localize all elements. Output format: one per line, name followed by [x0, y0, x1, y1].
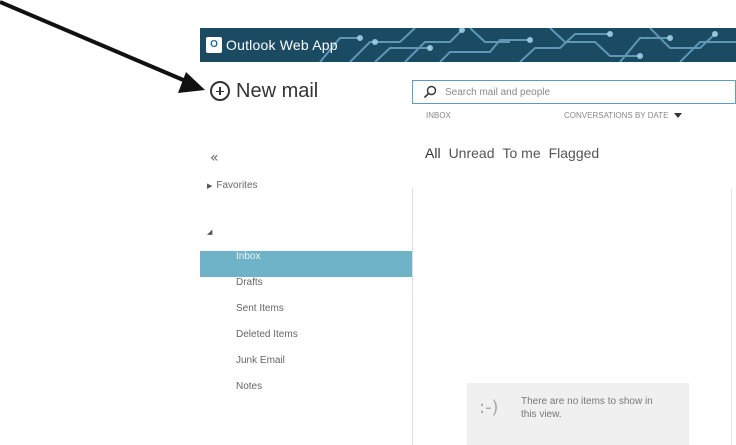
sort-dropdown[interactable]: CONVERSATIONS BY DATE: [564, 111, 683, 120]
filter-all[interactable]: All: [425, 145, 441, 161]
collapse-pane-button[interactable]: «: [210, 150, 219, 166]
folder-caption: INBOX: [426, 111, 451, 120]
chevron-down-icon: [674, 113, 683, 118]
empty-state-message: There are no items to show in this view.: [521, 396, 653, 420]
folder-item-inbox[interactable]: Inbox: [200, 251, 412, 277]
outlook-logo-icon: O: [206, 37, 222, 53]
filter-flagged[interactable]: Flagged: [549, 145, 600, 161]
search-input[interactable]: [443, 85, 727, 99]
account-collapse-icon[interactable]: ◢: [207, 228, 212, 236]
new-mail-label: New mail: [236, 79, 319, 102]
app-title: Outlook Web App: [226, 37, 338, 53]
folder-item-deleted-items[interactable]: Deleted Items: [200, 329, 412, 355]
search-icon: [423, 85, 437, 99]
pane-divider: [412, 188, 413, 445]
filter-unread[interactable]: Unread: [449, 145, 495, 161]
folder-list: Inbox Drafts Sent Items Deleted Items Ju…: [200, 251, 412, 407]
pane-divider-right: [731, 188, 732, 445]
search-box[interactable]: [412, 80, 736, 104]
favorites-toggle[interactable]: ▶ Favorites: [207, 180, 258, 191]
folder-item-junk-email[interactable]: Junk Email: [200, 355, 412, 381]
favorites-label: Favorites: [216, 180, 258, 191]
filter-to-me[interactable]: To me: [502, 145, 540, 161]
plus-circle-icon: [210, 81, 230, 101]
filter-bar: All Unread To me Flagged: [425, 145, 607, 161]
folder-item-sent-items[interactable]: Sent Items: [200, 303, 412, 329]
folder-item-notes[interactable]: Notes: [200, 381, 412, 407]
empty-state: :-) There are no items to show in this v…: [467, 383, 689, 445]
folder-item-drafts[interactable]: Drafts: [200, 277, 412, 303]
app-banner: O Outlook Web App: [200, 28, 736, 62]
smiley-icon: :-): [479, 397, 499, 418]
expand-triangle-icon: ▶: [207, 183, 213, 190]
new-mail-button[interactable]: New mail: [210, 78, 318, 104]
sort-label: CONVERSATIONS BY DATE: [564, 111, 669, 120]
